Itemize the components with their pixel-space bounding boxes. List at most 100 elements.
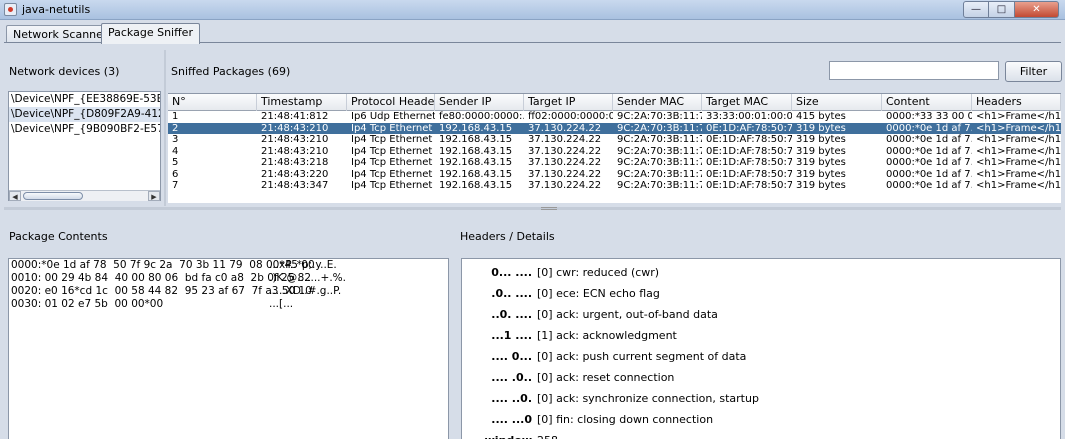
hex-ascii: ...[... (269, 298, 294, 310)
table-cell: 0E:1D:AF:78:50:7F (706, 168, 792, 180)
hex-line: 0020: e0 16*cd 1c 00 58 44 82 95 23 af 6… (9, 285, 448, 298)
table-cell: 319 bytes (796, 180, 846, 191)
hex-line: 0000:*0e 1d af 78 50 7f 9c 2a 70 3b 11 7… (9, 259, 448, 272)
devices-list[interactable]: \Device\NPF_{EE38869E-53BC- \Device\NPF_… (8, 91, 161, 201)
table-cell: 319 bytes (796, 134, 846, 145)
detail-bits: .... 0... (491, 350, 532, 363)
detail-bits: .... .0.. (491, 371, 532, 384)
detail-text: [0] fin: closing down connection (537, 413, 714, 426)
detail-text: [0] ack: urgent, out-of-band data (537, 308, 718, 321)
detail-bits: window (462, 434, 532, 439)
table-cell: Ip6 Udp Ethernet (351, 111, 435, 122)
column-header[interactable]: Headers (972, 94, 1061, 111)
headers-details-box[interactable]: 0... .... [0] cwr: reduced (cwr) .0.. ....… (461, 258, 1061, 439)
filter-button[interactable]: Filter (1005, 61, 1062, 82)
table-cell: 3 (172, 134, 179, 145)
table-cell: 7 (172, 180, 179, 191)
detail-row: .... ...0 [0] fin: closing down connectio… (462, 413, 713, 427)
table-row[interactable]: 5 21:48:43:218 Ip4 Tcp Ethernet 192.168.43.… (168, 157, 1061, 169)
hex-bytes: 0000:*0e 1d af 78 50 7f 9c 2a 70 3b 11 7… (11, 259, 315, 271)
detail-text: [0] ack: push current segment of data (537, 350, 747, 363)
packets-table[interactable]: N°TimestampProtocol HeadersSender IPTarg… (168, 93, 1061, 203)
tab-network-scanner[interactable]: Network Scanner (6, 25, 115, 43)
table-cell: Ip4 Tcp Ethernet (351, 122, 433, 134)
detail-text: [1] ack: acknowledgment (537, 329, 677, 342)
table-cell: 21:48:43:218 (261, 157, 329, 168)
hex-line: 0030: 01 02 e7 5b 00 00*00 ...[... (9, 298, 448, 311)
vertical-splitter[interactable] (164, 50, 166, 206)
table-cell: <h1>Frame</h1>... (976, 122, 1061, 134)
table-cell: 21:48:43:347 (261, 180, 329, 191)
device-item[interactable]: \Device\NPF_{EE38869E-53BC- (9, 92, 160, 107)
table-row[interactable]: 1 21:48:41:812 Ip6 Udp Ethernet fe80:0000:0… (168, 111, 1061, 123)
detail-text: [0] ack: reset connection (537, 371, 675, 384)
hex-bytes: 0010: 00 29 4b 84 40 00 80 06 bd fa c0 a… (11, 272, 312, 284)
column-header[interactable]: Size (792, 94, 882, 111)
tab-package-sniffer[interactable]: Package Sniffer (101, 23, 200, 44)
column-header[interactable]: Protocol Headers (347, 94, 435, 111)
table-cell: Ip4 Tcp Ethernet (351, 168, 433, 180)
filter-input[interactable] (829, 61, 999, 80)
detail-row: ..0. .... [0] ack: urgent, out-of-band da… (462, 308, 718, 322)
table-row[interactable]: 3 21:48:43:210 Ip4 Tcp Ethernet 192.168.43.… (168, 134, 1061, 146)
column-header[interactable]: Timestamp (257, 94, 347, 111)
table-cell: ff02:0000:0000:0... (528, 111, 613, 122)
table-cell: 0000:*33 33 00 0... (886, 111, 972, 122)
table-cell: 4 (172, 145, 179, 157)
detail-text: 258 (537, 434, 558, 439)
table-row[interactable]: 7 21:48:43:347 Ip4 Tcp Ethernet 192.168.43.… (168, 180, 1061, 192)
table-cell: 0000:*0e 1d af 7... (886, 157, 972, 168)
table-cell: 192.168.43.15 (439, 157, 513, 168)
table-cell: 0000:*0e 1d af 7... (886, 122, 972, 134)
column-header[interactable]: N° (168, 94, 257, 111)
detail-text: [0] ece: ECN echo flag (537, 287, 660, 300)
table-cell: 9C:2A:70:3B:11:79 (617, 145, 702, 157)
detail-row: .... 0... [0] ack: push current segment o… (462, 350, 746, 364)
table-cell: 415 bytes (796, 111, 846, 122)
table-cell: 21:48:43:210 (261, 134, 329, 145)
table-body[interactable]: 1 21:48:41:812 Ip6 Udp Ethernet fe80:0000:0… (168, 111, 1061, 192)
table-cell: 192.168.43.15 (439, 134, 513, 145)
tab-strip: Network Scanner Package Sniffer (0, 21, 1065, 44)
column-header[interactable]: Target MAC (702, 94, 792, 111)
table-cell: 319 bytes (796, 168, 846, 180)
window-title: java-netutils (22, 3, 91, 16)
scroll-left-icon[interactable]: ◀ (9, 191, 21, 201)
table-cell: Ip4 Tcp Ethernet (351, 145, 433, 157)
table-cell: <h1>Frame</h1>... (976, 168, 1061, 180)
table-cell: 21:48:43:210 (261, 145, 329, 157)
column-header[interactable]: Sender IP (435, 94, 524, 111)
minimize-button[interactable]: — (963, 1, 989, 18)
window-titlebar: java-netutils — □ ✕ (0, 0, 1065, 20)
table-cell: 37.130.224.22 (528, 157, 602, 168)
column-header[interactable]: Target IP (524, 94, 613, 111)
detail-text: [0] cwr: reduced (cwr) (537, 266, 660, 279)
devices-hscrollbar[interactable]: ◀ ▶ (9, 190, 160, 201)
device-item-selected[interactable]: \Device\NPF_{D809F2A9-4121-4 (9, 107, 160, 122)
splitter-grip-icon[interactable] (541, 207, 557, 210)
scroll-right-icon[interactable]: ▶ (148, 191, 160, 201)
devices-label: Network devices (3) (9, 65, 120, 78)
table-row[interactable]: 4 21:48:43:210 Ip4 Tcp Ethernet 192.168.43.… (168, 146, 1061, 158)
table-cell: fe80:0000:0000:... (439, 111, 524, 122)
horizontal-splitter[interactable] (4, 207, 1061, 210)
table-row[interactable]: 6 21:48:43:220 Ip4 Tcp Ethernet 192.168.43.… (168, 169, 1061, 181)
maximize-button[interactable]: □ (989, 1, 1015, 18)
hex-line: 0010: 00 29 4b 84 40 00 80 06 bd fa c0 a… (9, 272, 448, 285)
table-cell: Ip4 Tcp Ethernet (351, 134, 433, 145)
scroll-thumb[interactable] (23, 192, 83, 200)
table-cell: 9C:2A:70:3B:11:79 (617, 122, 702, 134)
table-cell: 319 bytes (796, 157, 846, 168)
package-contents-box[interactable]: 0000:*0e 1d af 78 50 7f 9c 2a 70 3b 11 7… (8, 258, 449, 439)
table-cell: 21:48:43:220 (261, 168, 329, 180)
table-cell: <h1>Frame</h1>... (976, 157, 1061, 168)
table-row[interactable]: 2 21:48:43:210 Ip4 Tcp Ethernet 192.168.43.… (168, 122, 1061, 134)
close-button[interactable]: ✕ (1015, 1, 1059, 18)
device-item[interactable]: \Device\NPF_{9B090BF2-E57D- (9, 122, 160, 137)
column-header[interactable]: Content (882, 94, 972, 111)
column-header[interactable]: Sender MAC (613, 94, 702, 111)
detail-bits: .... ..0. (491, 392, 532, 405)
table-cell: 37.130.224.22 (528, 168, 602, 180)
detail-bits: 0... .... (491, 266, 532, 279)
table-cell: <h1>Frame</h1>... (976, 145, 1061, 157)
